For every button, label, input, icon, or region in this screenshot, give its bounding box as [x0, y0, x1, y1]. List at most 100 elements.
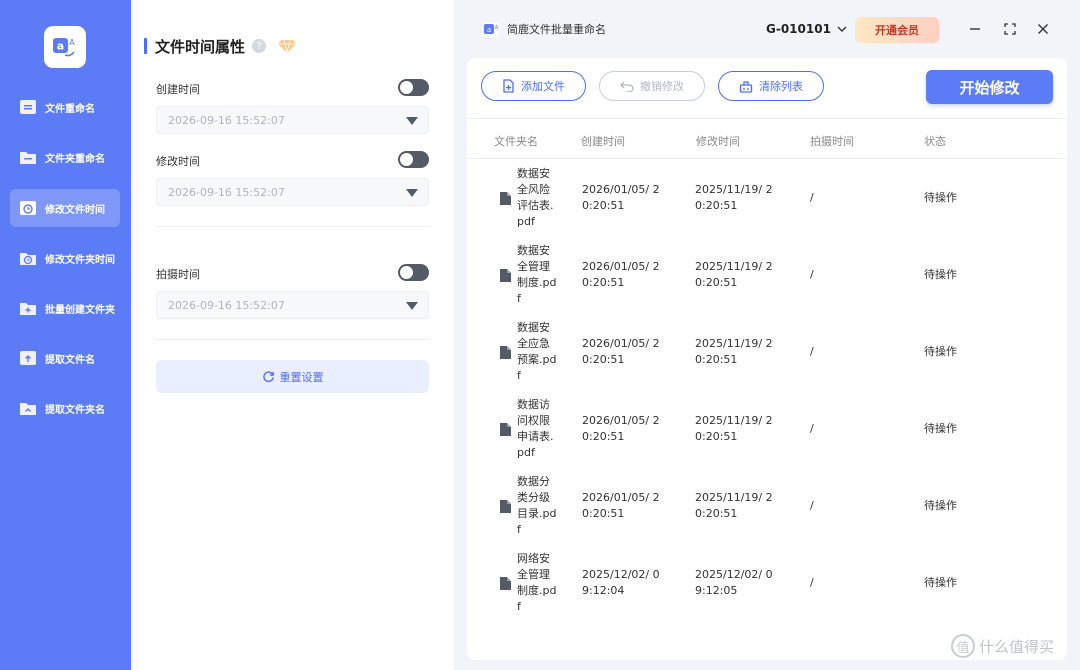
sidebar-item-label: 文件重命名: [45, 103, 95, 115]
sidebar-item-file-time[interactable]: 修改文件时间: [10, 189, 120, 227]
column-header-shot: 拍摄时间: [810, 135, 854, 148]
minimize-icon[interactable]: [966, 20, 984, 38]
file-icon: [500, 500, 511, 513]
reset-settings-label: 重置设置: [279, 370, 324, 384]
svg-text:A: A: [69, 38, 75, 47]
sidebar-item-extract-foldername[interactable]: 提取文件夹名: [10, 389, 120, 427]
modified-time-cell: 2025/11/19/ 20:20:51: [695, 491, 773, 520]
shot-time-value: 2026-09-16 15:52:07: [168, 299, 285, 312]
sidebar-item-folder-rename[interactable]: 文件夹重命名: [10, 138, 120, 176]
file-icon: [500, 577, 511, 590]
help-icon[interactable]: ?: [252, 39, 267, 53]
reset-settings-button[interactable]: 重置设置: [156, 360, 429, 393]
folder-rename-icon: [20, 152, 36, 164]
clear-list-label: 清除列表: [759, 80, 803, 93]
modified-time-cell: 2025/11/19/ 20:20:51: [695, 337, 773, 366]
created-time-cell: 2026/01/05/ 20:20:51: [582, 337, 660, 366]
extract-foldername-icon: [20, 403, 36, 415]
shot-time-label: 拍摄时间: [156, 268, 200, 281]
modified-time-toggle[interactable]: [398, 151, 429, 168]
fullscreen-icon[interactable]: [1001, 20, 1019, 38]
file-icon: [500, 192, 511, 205]
table-row[interactable]: 数据安全应急预案.pdf 2026/01/05/ 20:20:51 2025/11/…: [467, 314, 1067, 391]
account-menu[interactable]: G-010101: [766, 22, 847, 36]
created-time-cell: 2026/01/05/ 20:20:51: [582, 491, 660, 520]
watermark-badge: 值: [951, 634, 975, 658]
modified-time-cell: 2025/11/19/ 20:20:51: [695, 414, 773, 443]
shot-time-cell: /: [810, 499, 814, 512]
caret-down-icon: [406, 302, 418, 310]
created-time-select[interactable]: 2026-09-16 15:52:07: [156, 106, 429, 134]
vip-diamond-icon[interactable]: [278, 39, 297, 53]
shot-time-cell: /: [810, 191, 814, 204]
sidebar-item-folder-time[interactable]: 修改文件夹时间: [10, 239, 120, 277]
watermark: 值 什么值得买: [951, 634, 1054, 658]
undo-changes-button[interactable]: 撤销修改: [599, 71, 705, 101]
table-row[interactable]: 数据安全风险评估表.pdf 2026/01/05/ 20:20:51 2025/11…: [467, 160, 1067, 237]
modified-time-label: 修改时间: [156, 155, 200, 168]
created-time-label: 创建时间: [156, 83, 200, 96]
modified-time-cell: 2025/12/02/ 09:12:05: [695, 568, 773, 597]
sidebar-item-label: 文件夹重命名: [45, 153, 105, 165]
table-row[interactable]: 网络安全管理制度.pdf 2025/12/02/ 09:12:04 2025/12/…: [467, 545, 1067, 622]
table-row[interactable]: 数据安全管理制度.pdf 2026/01/05/ 20:20:51 2025/11/…: [467, 237, 1067, 314]
table-row[interactable]: 数据分类分级目录.pdf 2026/01/05/ 20:20:51 2025/11/…: [467, 468, 1067, 545]
folder-time-icon: [20, 253, 36, 265]
created-time-cell: 2026/01/05/ 20:20:51: [582, 183, 660, 212]
file-list-card: 添加文件 撤销修改 清除列表 开始修改 文件夹名 创建时间 修改时间 拍摄时间 …: [467, 58, 1067, 660]
title-bar: aA 简鹿文件批量重命名 G-010101 开通会员: [454, 0, 1080, 58]
file-rename-icon: [20, 100, 36, 114]
created-time-value: 2026-09-16 15:52:07: [168, 114, 285, 127]
modified-time-select[interactable]: 2026-09-16 15:52:07: [156, 178, 429, 206]
status-cell: 待操作: [924, 191, 957, 204]
created-time-toggle[interactable]: [398, 79, 429, 96]
table-row[interactable]: 数据访问权限申请表.pdf 2026/01/05/ 20:20:51 2025/11…: [467, 391, 1067, 468]
created-time-cell: 2025/12/02/ 09:12:04: [582, 568, 660, 597]
sidebar-item-label: 批量创建文件夹: [45, 304, 115, 316]
sidebar-item-file-rename[interactable]: 文件重命名: [10, 88, 120, 126]
app-mini-logo-icon: aA: [484, 21, 499, 37]
column-header-modified: 修改时间: [696, 135, 740, 148]
account-id: G-010101: [766, 22, 831, 36]
shot-time-cell: /: [810, 345, 814, 358]
file-icon: [500, 423, 511, 436]
shot-time-select[interactable]: 2026-09-16 15:52:07: [156, 291, 429, 319]
refresh-icon: [262, 371, 274, 383]
clear-list-button[interactable]: 清除列表: [718, 71, 824, 101]
modified-time-cell: 2025/11/19/ 20:20:51: [695, 260, 773, 289]
add-file-button[interactable]: 添加文件: [481, 71, 586, 101]
shot-time-cell: /: [810, 268, 814, 281]
status-cell: 待操作: [924, 422, 957, 435]
app-title: aA 简鹿文件批量重命名: [484, 21, 606, 37]
start-modify-button[interactable]: 开始修改: [926, 70, 1053, 104]
status-cell: 待操作: [924, 499, 957, 512]
add-file-label: 添加文件: [521, 80, 565, 93]
add-file-icon: [503, 79, 514, 93]
svg-text:a: a: [57, 40, 64, 53]
sidebar-item-folder-create[interactable]: 批量创建文件夹: [10, 289, 120, 327]
app-window: a A 文件重命名 文件夹重命名 修改文件时间 修改文件夹时间 批量创建文件夹: [0, 0, 1080, 670]
file-name: 数据安全应急预案.pdf: [517, 321, 557, 382]
column-header-status: 状态: [924, 135, 946, 148]
file-icon: [500, 269, 511, 282]
file-name: 数据安全管理制度.pdf: [517, 244, 557, 305]
caret-down-icon: [406, 189, 418, 197]
table-header: 文件夹名 创建时间 修改时间 拍摄时间 状态: [467, 118, 1067, 159]
status-cell: 待操作: [924, 345, 957, 358]
sidebar-item-extract-filename[interactable]: 提取文件名: [10, 339, 120, 377]
svg-text:A: A: [495, 25, 499, 31]
shot-time-toggle[interactable]: [398, 264, 429, 281]
sidebar-item-label: 提取文件名: [45, 354, 95, 366]
panel-title-text: 文件时间属性: [155, 37, 246, 56]
file-icon: [500, 346, 511, 359]
sidebar-item-label: 修改文件时间: [45, 204, 105, 216]
svg-text:a: a: [487, 26, 491, 34]
column-header-name: 文件夹名: [494, 135, 538, 148]
undo-changes-label: 撤销修改: [640, 80, 684, 93]
close-icon[interactable]: [1034, 20, 1052, 38]
vip-button[interactable]: 开通会员: [855, 17, 939, 43]
divider: [156, 226, 429, 227]
clear-list-icon: [739, 80, 753, 93]
sidebar-item-label: 提取文件夹名: [45, 404, 105, 416]
file-name: 数据安全风险评估表.pdf: [517, 167, 554, 228]
